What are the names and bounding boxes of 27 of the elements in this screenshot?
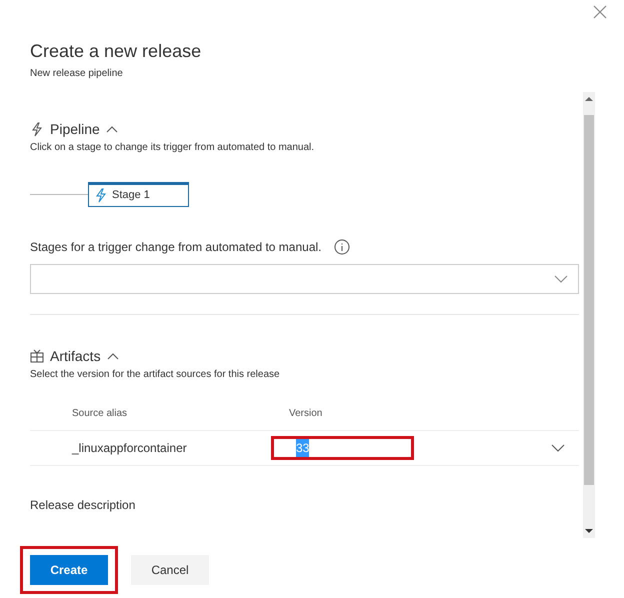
- collapse-toggle[interactable]: [106, 125, 118, 133]
- section-hint: Select the version for the artifact sources for this release: [30, 368, 281, 382]
- stage-name: Stage 1: [112, 188, 150, 203]
- section-hint: Click on a stage to change its trigger from automated to manual.: [30, 141, 316, 155]
- stage-node[interactable]: Stage 1: [88, 182, 189, 206]
- chevron-down-icon: [551, 444, 565, 452]
- lightning-icon: [94, 188, 108, 202]
- create-button[interactable]: Create: [30, 555, 108, 585]
- chevron-down-icon: [554, 275, 568, 283]
- lightning-icon: [30, 122, 44, 136]
- info-icon: [334, 239, 350, 255]
- dialog-subtitle: New release pipeline: [30, 67, 124, 81]
- cancel-button[interactable]: Cancel: [131, 555, 209, 585]
- field-label: Release description: [30, 497, 136, 514]
- scroll-down-icon[interactable]: [585, 528, 593, 534]
- gift-icon: [30, 349, 44, 363]
- section-heading: Pipeline: [50, 120, 100, 138]
- column-header: Source alias: [72, 407, 128, 421]
- source-alias: _linuxappforcontainer: [72, 440, 188, 457]
- collapse-toggle[interactable]: [106, 352, 119, 360]
- column-header: Version: [289, 407, 322, 421]
- dialog-title: Create a new release: [30, 40, 202, 62]
- scroll-up-icon[interactable]: [585, 96, 593, 102]
- field-label: Stages for a trigger change from automated to manual.: [30, 239, 322, 256]
- close-button[interactable]: [592, 4, 608, 20]
- scrollbar[interactable]: [583, 92, 595, 538]
- section-heading: Artifacts: [50, 347, 101, 365]
